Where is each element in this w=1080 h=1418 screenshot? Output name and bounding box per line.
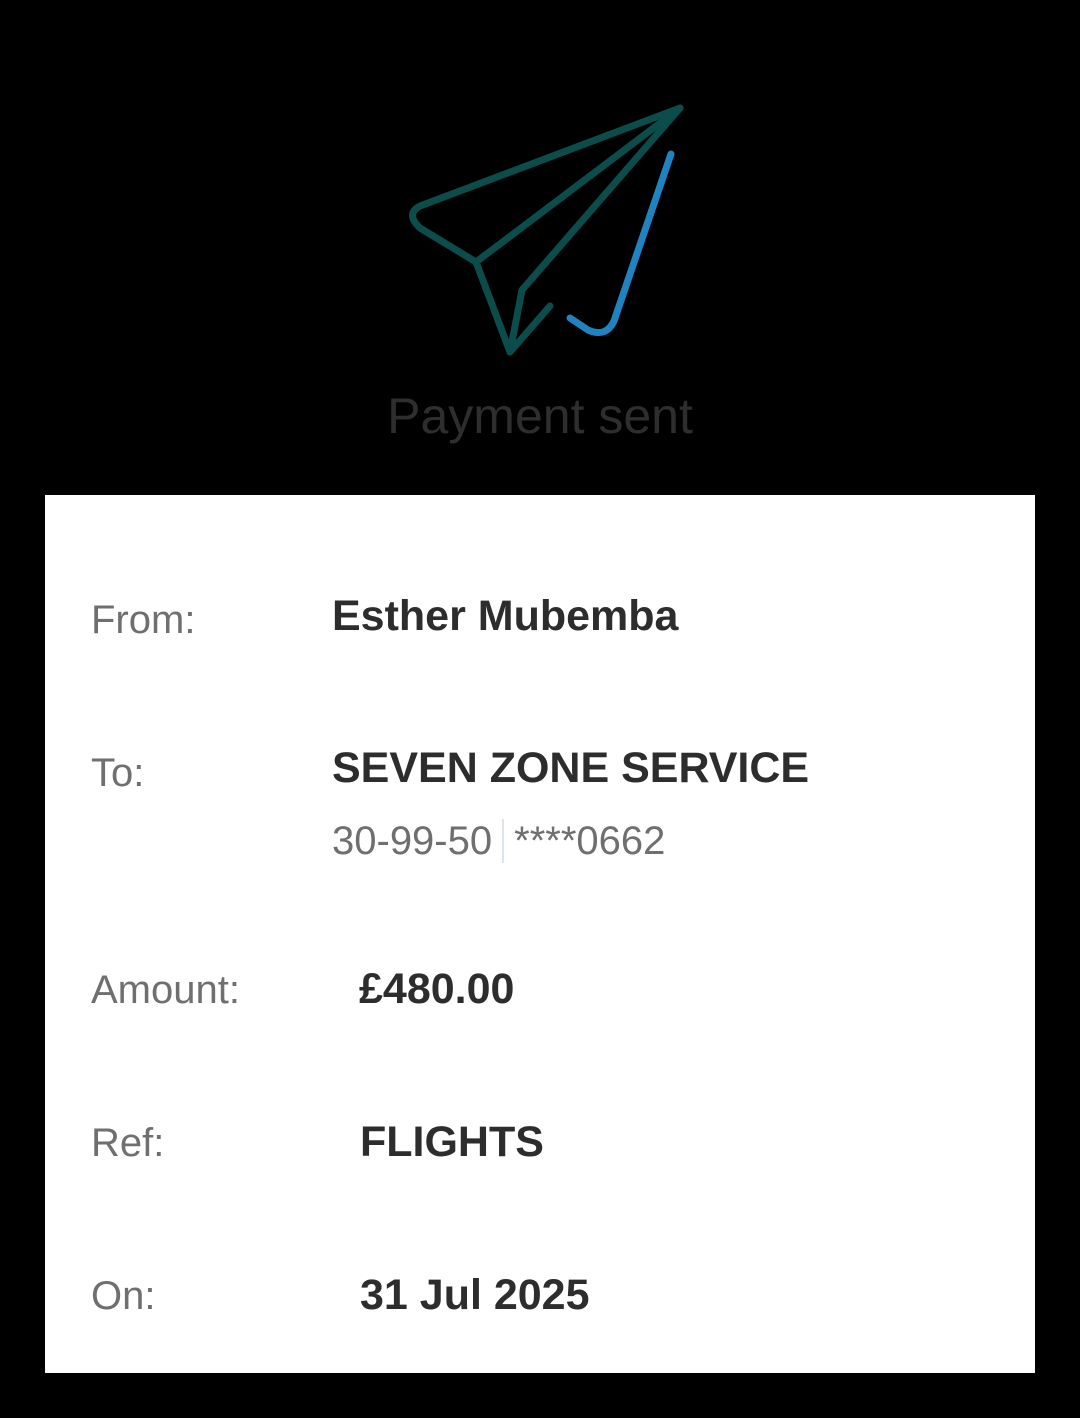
- from-value: Esther Mubemba: [332, 592, 679, 640]
- payee-account-details: 30-99-50 ****0662: [332, 817, 665, 865]
- sort-code: 30-99-50: [332, 819, 493, 863]
- ref-value: FLIGHTS: [360, 1118, 544, 1166]
- on-value: 31 Jul 2025: [360, 1271, 590, 1319]
- divider: [502, 819, 505, 863]
- to-value: SEVEN ZONE SERVICE: [332, 744, 810, 792]
- on-label: On:: [91, 1274, 156, 1318]
- payment-details-card: From: Esther Mubemba To: SEVEN ZONE SERV…: [45, 495, 1035, 1373]
- to-label: To:: [91, 751, 145, 795]
- amount-label: Amount:: [91, 968, 240, 1012]
- paper-plane-check-icon: [400, 96, 690, 366]
- page-title: Payment sent: [387, 388, 693, 444]
- amount-value: £480.00: [359, 965, 515, 1013]
- ref-label: Ref:: [91, 1121, 165, 1165]
- from-label: From:: [91, 598, 196, 642]
- account-number: ****0662: [514, 819, 666, 863]
